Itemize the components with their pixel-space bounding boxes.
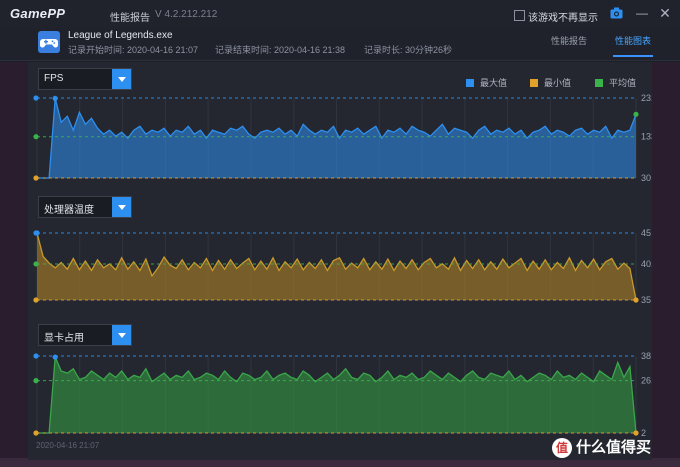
record-start-time: 记录开始时间: 2020-04-16 21:07 [68, 45, 199, 55]
legend-min-label: 最小值 [544, 78, 572, 88]
legend-min-swatch [530, 79, 538, 87]
fps-peak-point [52, 95, 58, 101]
background-decoration-left [0, 62, 28, 467]
minimize-icon[interactable]: — [634, 5, 650, 21]
fps-avg-value: 133.77 [641, 132, 652, 142]
game-name: League of Legends.exe [68, 30, 173, 41]
legend-max-swatch [466, 79, 474, 87]
metric-select-gpu-usage[interactable]: 显卡占用 [38, 324, 132, 346]
watermark-logo: 值 [552, 438, 572, 459]
app-version: V 4.2.212.212 [155, 9, 218, 20]
cpu-temp-chart: 45 40.38 35 [33, 228, 652, 305]
watermark: 值什么值得买 [552, 436, 652, 459]
metric-select-fps-label: FPS [44, 73, 64, 84]
close-icon[interactable]: ✕ [657, 5, 673, 21]
gpu-usage-max-value: 38 [641, 351, 651, 361]
window-title: 性能报告 [110, 13, 150, 24]
background-decoration-right [652, 62, 680, 467]
footer-timestamp: 2020-04-16 21:07 [36, 441, 100, 450]
cpu-temp-peak-point [34, 230, 40, 236]
camera-icon[interactable] [610, 7, 623, 19]
chevron-down-icon[interactable] [112, 69, 131, 89]
gpu-usage-avg-marker [33, 378, 39, 384]
report-header: League of Legends.exe 记录开始时间: 2020-04-16… [0, 28, 680, 61]
gamepad-icon [38, 31, 60, 53]
fps-max-marker [33, 95, 39, 101]
gpu-usage-chart: 3826.482 [33, 351, 652, 438]
tab-performance-report[interactable]: 性能报告 [549, 33, 589, 55]
cpu-temp-max-value: 45 [641, 228, 651, 238]
cpu-temp-end-point [633, 297, 639, 303]
fps-avg-marker [33, 134, 39, 140]
chevron-down-icon[interactable] [112, 325, 131, 345]
cpu-temp-min-value: 35 [641, 295, 651, 305]
metric-select-gpu-usage-label: 显卡占用 [44, 333, 84, 344]
cpu-temp-min-marker [33, 297, 39, 303]
fps-end-point [633, 111, 639, 117]
metric-select-cpu-temp[interactable]: 处理器温度 [38, 196, 132, 218]
legend-avg-swatch [595, 79, 603, 87]
record-end-time: 记录结束时间: 2020-04-16 21:38 [215, 45, 346, 55]
legend-min: 最小值 [530, 76, 571, 89]
chevron-down-icon[interactable] [112, 197, 131, 217]
gpu-usage-max-marker [33, 353, 39, 359]
dont-show-checkbox[interactable] [514, 10, 525, 21]
legend-max-label: 最大值 [480, 78, 508, 88]
dont-show-label[interactable]: 该游戏不再显示 [528, 9, 598, 24]
gpu-usage-avg-value: 26.48 [641, 376, 652, 386]
gpu-usage-peak-point [52, 354, 58, 360]
metric-select-cpu-temp-label: 处理器温度 [44, 205, 94, 216]
tab-performance-chart[interactable]: 性能图表 [613, 33, 654, 57]
watermark-text: 什么值得买 [576, 439, 652, 456]
legend-max: 最大值 [466, 76, 507, 89]
title-bar: GamePP 性能报告 V 4.2.212.212 该游戏不再显示 — ✕ [0, 0, 680, 29]
fps-chart: 231 133.77 30 [33, 93, 652, 183]
cpu-temp-avg-value: 40.38 [641, 259, 652, 269]
fps-max-value: 231 [641, 93, 652, 103]
cpu-temp-avg-marker [33, 261, 39, 267]
gpu-usage-min-marker [33, 430, 39, 436]
fps-min-value: 30 [641, 173, 651, 183]
record-duration: 记录时长: 30分钟26秒 [364, 45, 453, 55]
metric-select-fps[interactable]: FPS [38, 68, 132, 90]
app-logo: GamePP [10, 6, 66, 21]
legend-avg: 平均值 [595, 76, 636, 89]
gpu-usage-end-point [633, 430, 639, 436]
legend-avg-label: 平均值 [609, 78, 637, 88]
fps-min-marker [33, 175, 39, 181]
